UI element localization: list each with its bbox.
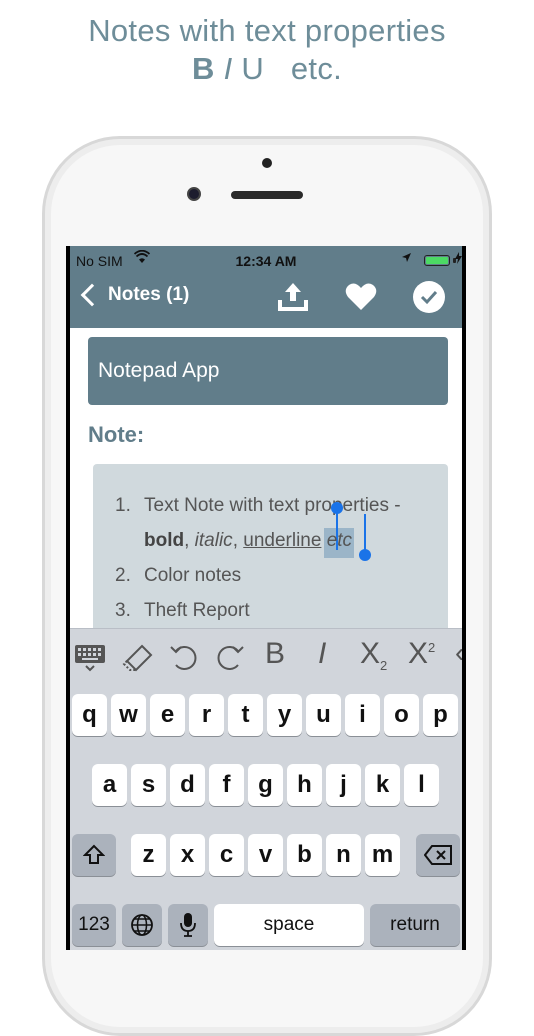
key-n[interactable]: n [326,834,361,876]
subscript-x: X [360,637,381,670]
separator: , [232,530,244,551]
share-icon[interactable] [276,280,310,319]
shift-icon [82,844,106,864]
subscript-button[interactable]: X2 [360,637,387,673]
caption-line-2: B I U etc. [0,50,534,88]
list-number: 3. [115,600,131,621]
numbers-key[interactable]: 123 [72,904,116,946]
list-item: 2. Color notes [93,558,448,593]
key-p[interactable]: p [423,694,458,736]
note-content[interactable]: 1. Text Note with text properties - bold… [93,488,448,628]
caption-italic: I [223,51,233,86]
location-arrow-icon [401,252,412,266]
eraser-icon[interactable] [122,643,154,681]
redo-icon[interactable] [214,641,246,681]
superscript-button[interactable]: X2 [408,637,435,671]
selection-end-handle[interactable] [359,549,371,561]
note-label: Note: [88,422,145,447]
caption-line-1: Notes with text properties [88,13,446,48]
list-text: Theft Report [144,600,250,621]
key-k[interactable]: k [365,764,400,806]
key-s[interactable]: s [131,764,166,806]
list-item: 1. Text Note with text properties - [93,488,448,523]
nav-bar: Notes (1) [70,274,462,326]
back-button[interactable]: Notes (1) [80,283,190,307]
battery-icon [424,255,450,266]
note-title-field[interactable]: Notepad App [88,337,448,405]
dictation-key[interactable] [168,904,208,946]
key-a[interactable]: a [92,764,127,806]
return-key[interactable]: return [370,904,460,946]
delete-key[interactable] [416,834,460,876]
key-f[interactable]: f [209,764,244,806]
key-w[interactable]: w [111,694,146,736]
key-z[interactable]: z [131,834,166,876]
phone-screen: No SIM 12:34 AM Notes (1) Notepad App No… [66,246,466,950]
key-h[interactable]: h [287,764,322,806]
key-j[interactable]: j [326,764,361,806]
list-text: Text Note with text properties - [144,495,401,516]
key-o[interactable]: o [384,694,419,736]
check-icon[interactable] [412,280,446,319]
italic-button[interactable]: I [318,637,326,671]
microphone-icon [180,913,196,937]
formatted-line: bold, italic, underline etc [144,523,354,558]
charging-bolt-icon [455,252,462,267]
key-e[interactable]: e [150,694,185,736]
key-g[interactable]: g [248,764,283,806]
key-v[interactable]: v [248,834,283,876]
front-sensor [262,158,272,168]
key-y[interactable]: y [267,694,302,736]
more-tools-edge[interactable]: ‹ [455,637,462,669]
keyboard: q w e r t y u i o p a s d f g h j k l z … [70,688,462,950]
italic-text: italic [194,530,233,551]
key-m[interactable]: m [365,834,400,876]
key-t[interactable]: t [228,694,263,736]
keyboard-dismiss-icon[interactable] [74,643,106,681]
selection-end-line [364,514,366,552]
globe-icon [131,914,153,936]
space-key[interactable]: space [214,904,364,946]
underline-text: underline [243,530,322,551]
list-item: bold, italic, underline etc [93,523,448,558]
key-b[interactable]: b [287,834,322,876]
globe-key[interactable] [122,904,162,946]
superscript-x: X [408,637,429,670]
front-camera [187,187,201,201]
list-number: 2. [115,565,131,586]
key-l[interactable]: l [404,764,439,806]
app-screen: No SIM 12:34 AM Notes (1) Notepad App No… [70,246,462,950]
caption-underline: U [241,51,265,86]
separator: , [184,530,195,551]
shift-key[interactable] [72,834,116,876]
back-button-label: Notes (1) [108,284,190,305]
superscript-mark: 2 [428,640,436,655]
key-d[interactable]: d [170,764,205,806]
list-item: 3. Theft Report [93,593,448,628]
selected-text: etc [326,530,353,551]
heart-icon[interactable] [344,280,378,319]
key-x[interactable]: x [170,834,205,876]
caption-etc: etc. [290,51,343,86]
selected-text-wrap: etc [323,528,354,558]
promo-caption: Notes with text properties B I U etc. [0,12,534,88]
backspace-icon [423,845,452,865]
top-bar: No SIM 12:34 AM Notes (1) [70,246,462,328]
undo-icon[interactable] [168,641,200,681]
key-u[interactable]: u [306,694,341,736]
list-number: 1. [115,495,131,516]
format-toolbar: B I X2 X2 ‹ [70,628,462,689]
status-bar: No SIM 12:34 AM [70,249,462,270]
key-q[interactable]: q [72,694,107,736]
bold-text: bold [144,530,185,551]
bold-button[interactable]: B [265,637,285,671]
subscript-mark: 2 [380,658,388,673]
key-r[interactable]: r [189,694,224,736]
list-text: Color notes [144,565,242,586]
key-c[interactable]: c [209,834,244,876]
caption-bold: B [191,51,215,86]
chevron-left-icon [80,283,104,307]
key-i[interactable]: i [345,694,380,736]
earpiece-speaker [231,191,303,199]
